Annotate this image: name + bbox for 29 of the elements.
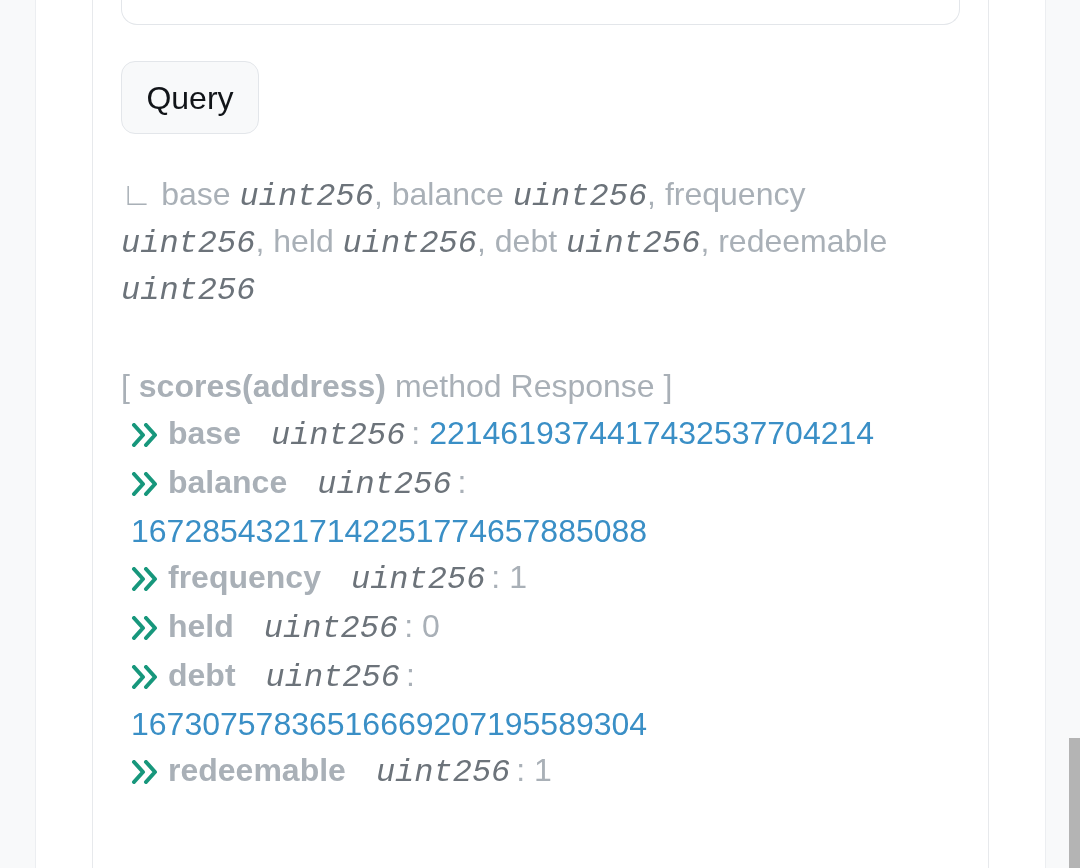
field-name: balance bbox=[168, 464, 288, 500]
value-link[interactable]: 16728543217142251774657885088 bbox=[131, 513, 648, 549]
double-chevron-icon bbox=[131, 472, 159, 496]
double-chevron-icon bbox=[131, 616, 159, 640]
type-label: uint256 : bbox=[265, 659, 415, 696]
value-text: 1 bbox=[509, 559, 527, 595]
field-name: held bbox=[168, 608, 234, 644]
value-text: 0 bbox=[422, 608, 440, 644]
double-chevron-icon bbox=[131, 665, 159, 689]
scrollbar-thumb[interactable] bbox=[1069, 738, 1080, 868]
type-label: uint256 : bbox=[317, 466, 467, 503]
field-name: redeemable bbox=[168, 752, 346, 788]
field-name: frequency bbox=[168, 559, 321, 595]
output-signature: ∟ base uint256, balance uint256, frequency uint256, held uint256, debt uint256, redeemable uint256 bbox=[121, 175, 889, 311]
type-label: uint256 : bbox=[350, 561, 501, 598]
type-label: uint256 : bbox=[270, 417, 421, 454]
value-link[interactable]: 2214619374417432537704214 bbox=[429, 415, 875, 451]
type-label: uint256 : bbox=[375, 754, 526, 791]
response-title: [ scores(address) method Response ] bbox=[121, 367, 674, 406]
field-name: debt bbox=[168, 657, 236, 693]
input-field[interactable] bbox=[121, 0, 960, 25]
value-link[interactable]: 16730757836516669207195589304 bbox=[131, 706, 648, 742]
field-name: base bbox=[168, 415, 241, 451]
value-text: 1 bbox=[534, 752, 552, 788]
double-chevron-icon bbox=[131, 760, 159, 784]
double-chevron-icon bbox=[131, 567, 159, 591]
query-button[interactable]: Query bbox=[121, 61, 259, 134]
type-label: uint256 : bbox=[263, 610, 414, 647]
double-chevron-icon bbox=[131, 423, 159, 447]
